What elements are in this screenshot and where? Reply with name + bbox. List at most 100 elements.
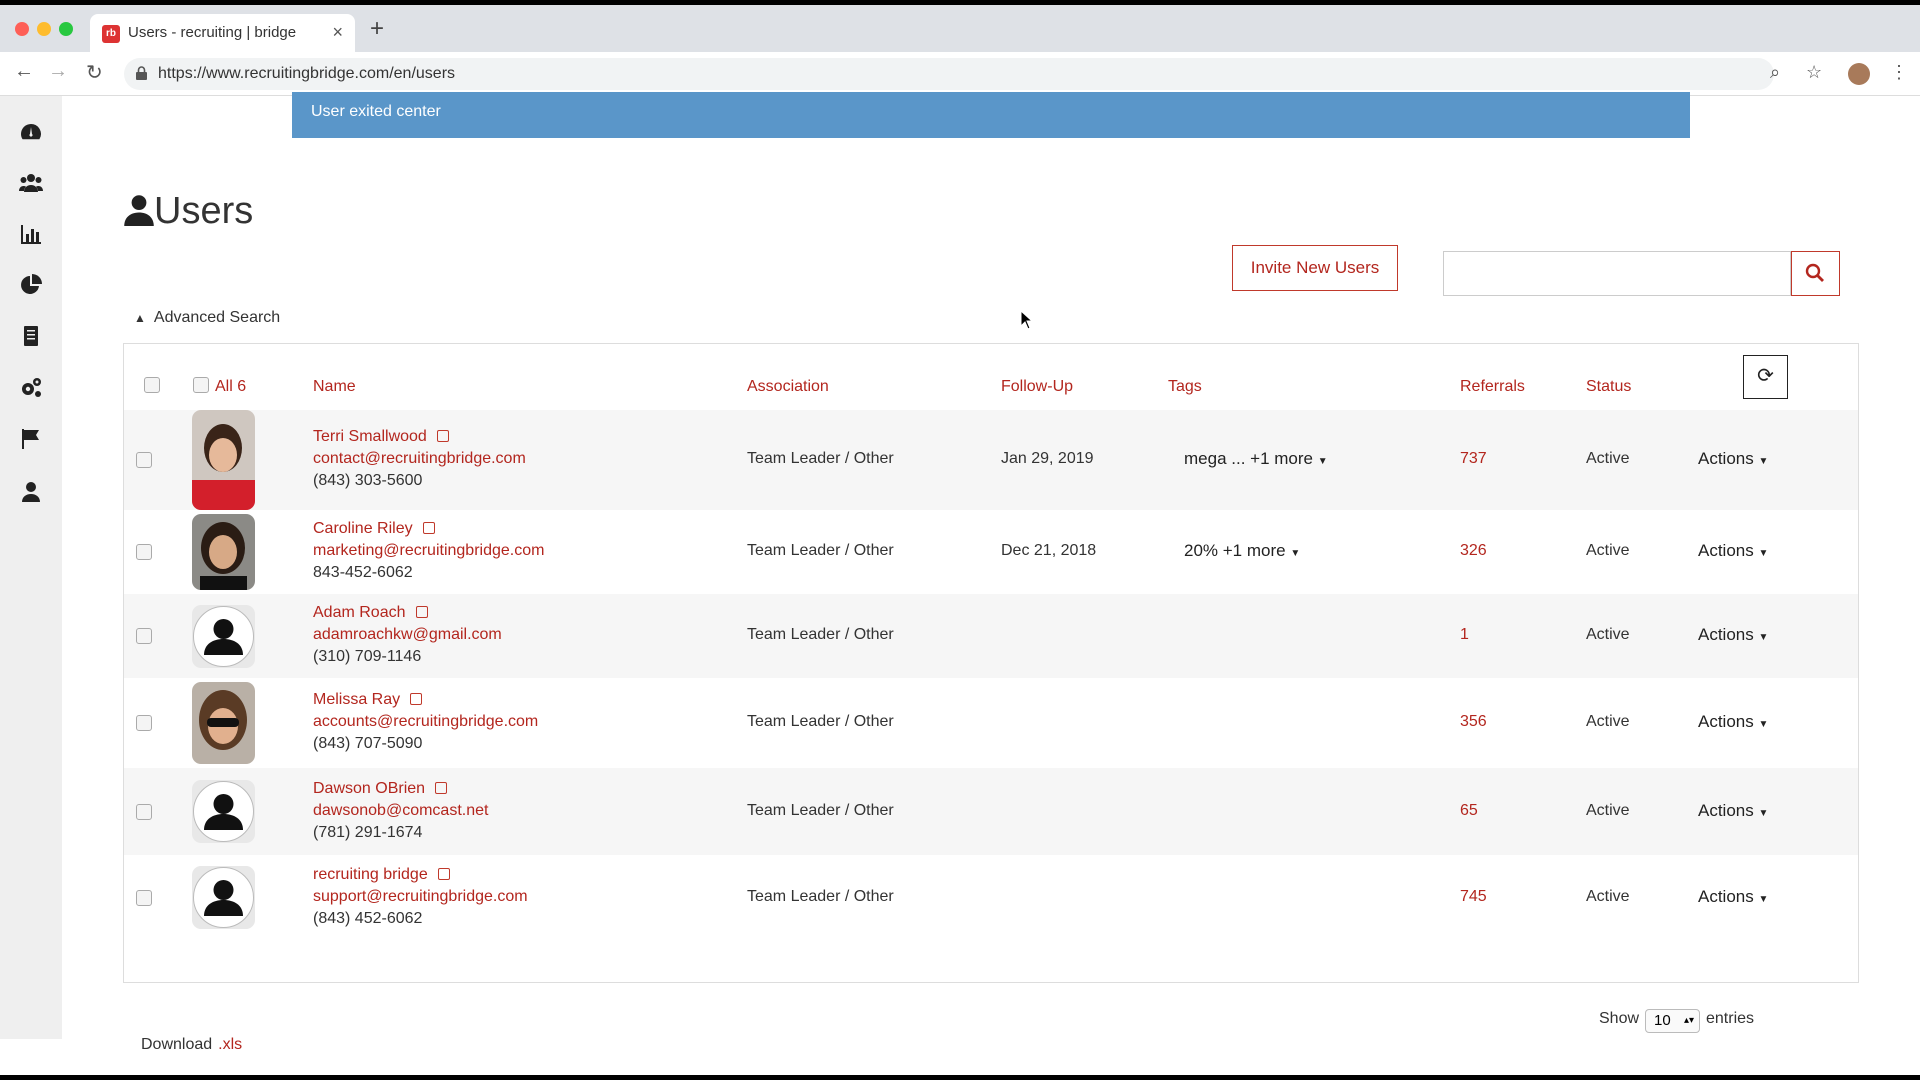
url-field[interactable]: https://www.recruitingbridge.com/en/user… (124, 58, 1774, 90)
row-checkbox[interactable] (136, 628, 152, 644)
forward-icon[interactable]: → (48, 60, 68, 83)
table-row: Melissa Ray accounts@recruitingbridge.co… (124, 678, 1858, 768)
user-name-link[interactable]: recruiting bridge (313, 866, 450, 884)
column-status[interactable]: Status (1586, 378, 1631, 396)
invite-new-users-button[interactable]: Invite New Users (1232, 245, 1398, 291)
table-row: Adam Roach adamroachkw@gmail.com (310) 7… (124, 594, 1858, 678)
tab-bar: rb Users - recruiting | bridge × + (0, 5, 1920, 52)
actions-dropdown[interactable]: Actions ▼ (1698, 625, 1768, 645)
url-text: https://www.recruitingbridge.com/en/user… (158, 65, 456, 82)
actions-label: Actions (1698, 886, 1754, 906)
new-tab-icon[interactable]: + (370, 17, 384, 41)
menu-dots-icon[interactable]: ⋮ (1890, 62, 1908, 83)
actions-dropdown[interactable]: Actions ▼ (1698, 712, 1768, 732)
status-cell: Active (1586, 626, 1630, 643)
column-name[interactable]: Name (313, 378, 356, 396)
row-checkbox[interactable] (136, 452, 152, 468)
association-cell: Team Leader / Other (747, 542, 894, 559)
column-tags[interactable]: Tags (1168, 378, 1202, 396)
actions-dropdown[interactable]: Actions ▼ (1698, 887, 1768, 907)
table-row: Terri Smallwood contact@recruitingbridge… (124, 410, 1858, 510)
external-link-icon[interactable] (410, 693, 423, 705)
select-all-6-checkbox[interactable] (193, 377, 209, 393)
people-icon[interactable] (19, 171, 43, 195)
referrals-link[interactable]: 745 (1460, 888, 1487, 906)
advanced-search-toggle[interactable]: ▲ Advanced Search (134, 309, 280, 327)
minimize-window-button[interactable] (37, 22, 51, 36)
select-all-checkbox[interactable] (144, 377, 160, 393)
user-email-link[interactable]: accounts@recruitingbridge.com (313, 713, 538, 731)
maximize-window-button[interactable] (59, 22, 73, 36)
flag-icon[interactable] (19, 427, 43, 451)
referrals-link[interactable]: 65 (1460, 802, 1478, 820)
search-icon (1805, 263, 1824, 282)
column-follow-up[interactable]: Follow-Up (1001, 378, 1073, 396)
zoom-icon[interactable]: ⌕ (1770, 62, 1780, 83)
actions-dropdown[interactable]: Actions ▼ (1698, 801, 1768, 821)
browser-tab[interactable]: rb Users - recruiting | bridge × (90, 14, 355, 52)
association-cell: Team Leader / Other (747, 801, 894, 819)
caret-down-icon: ▼ (1758, 893, 1769, 905)
profile-avatar[interactable] (1848, 63, 1870, 85)
user-name-link[interactable]: Dawson OBrien (313, 780, 448, 798)
close-tab-icon[interactable]: × (332, 22, 343, 43)
external-link-icon[interactable] (436, 430, 449, 442)
referrals-link[interactable]: 737 (1460, 450, 1487, 468)
external-link-icon[interactable] (415, 606, 428, 618)
document-icon[interactable] (19, 324, 43, 348)
user-icon[interactable] (19, 480, 43, 504)
user-email-link[interactable]: contact@recruitingbridge.com (313, 450, 526, 468)
user-name-link[interactable]: Melissa Ray (313, 691, 423, 709)
back-icon[interactable]: ← (14, 60, 34, 83)
tags-text: mega ... +1 more (1184, 449, 1313, 468)
bookmark-star-icon[interactable]: ☆ (1806, 62, 1822, 83)
user-name-link[interactable]: Caroline Riley (313, 520, 435, 538)
tags-dropdown[interactable]: mega ... +1 more ▼ (1184, 449, 1328, 469)
association-cell: Team Leader / Other (747, 887, 894, 905)
referrals-link[interactable]: 356 (1460, 713, 1487, 731)
tags-dropdown[interactable]: 20% +1 more ▼ (1184, 541, 1300, 561)
dashboard-icon[interactable] (19, 120, 43, 144)
user-email-link[interactable]: dawsonob@comcast.net (313, 802, 488, 820)
status-cell: Active (1586, 801, 1630, 819)
user-email-link[interactable]: support@recruitingbridge.com (313, 888, 528, 906)
download-xls-link[interactable]: .xls (218, 1036, 242, 1053)
banner-text: User exited center (311, 103, 441, 120)
column-association[interactable]: Association (747, 378, 829, 396)
bar-chart-icon[interactable] (19, 222, 43, 246)
actions-dropdown[interactable]: Actions ▼ (1698, 449, 1768, 469)
referrals-link[interactable]: 1 (1460, 626, 1469, 644)
table-row: Caroline Riley marketing@recruitingbridg… (124, 510, 1858, 594)
user-name-link[interactable]: Terri Smallwood (313, 428, 449, 446)
search-input[interactable] (1443, 251, 1791, 296)
refresh-button[interactable]: ⟳ (1743, 355, 1788, 399)
actions-dropdown[interactable]: Actions ▼ (1698, 541, 1768, 561)
actions-label: Actions (1698, 541, 1754, 560)
association-cell: Team Leader / Other (747, 450, 894, 467)
close-window-button[interactable] (15, 22, 29, 36)
external-link-icon[interactable] (435, 781, 448, 794)
search-button[interactable] (1791, 251, 1840, 296)
advanced-search-label: Advanced Search (153, 309, 281, 326)
association-cell: Team Leader / Other (747, 713, 894, 730)
avatar (192, 604, 255, 668)
gears-icon[interactable] (19, 376, 43, 400)
referrals-link[interactable]: 326 (1460, 542, 1487, 560)
user-email-link[interactable]: adamroachkw@gmail.com (313, 626, 502, 644)
user-name-link[interactable]: Adam Roach (313, 604, 428, 622)
external-link-icon[interactable] (422, 522, 435, 534)
caret-down-icon: ▼ (1758, 719, 1769, 730)
table-row: recruiting bridge support@recruitingbrid… (124, 855, 1858, 940)
external-link-icon[interactable] (437, 867, 450, 880)
row-checkbox[interactable] (136, 715, 152, 731)
row-checkbox[interactable] (136, 544, 152, 560)
column-referrals[interactable]: Referrals (1460, 378, 1525, 396)
row-checkbox[interactable] (136, 803, 152, 820)
row-checkbox[interactable] (136, 889, 152, 906)
reload-icon[interactable]: ↻ (86, 60, 103, 85)
status-cell: Active (1586, 542, 1630, 559)
pie-chart-icon[interactable] (19, 273, 43, 297)
all-count-label[interactable]: All 6 (215, 378, 246, 396)
user-email-link[interactable]: marketing@recruitingbridge.com (313, 542, 544, 560)
page-size-select[interactable]: 10 ▴▾ (1645, 1009, 1700, 1033)
